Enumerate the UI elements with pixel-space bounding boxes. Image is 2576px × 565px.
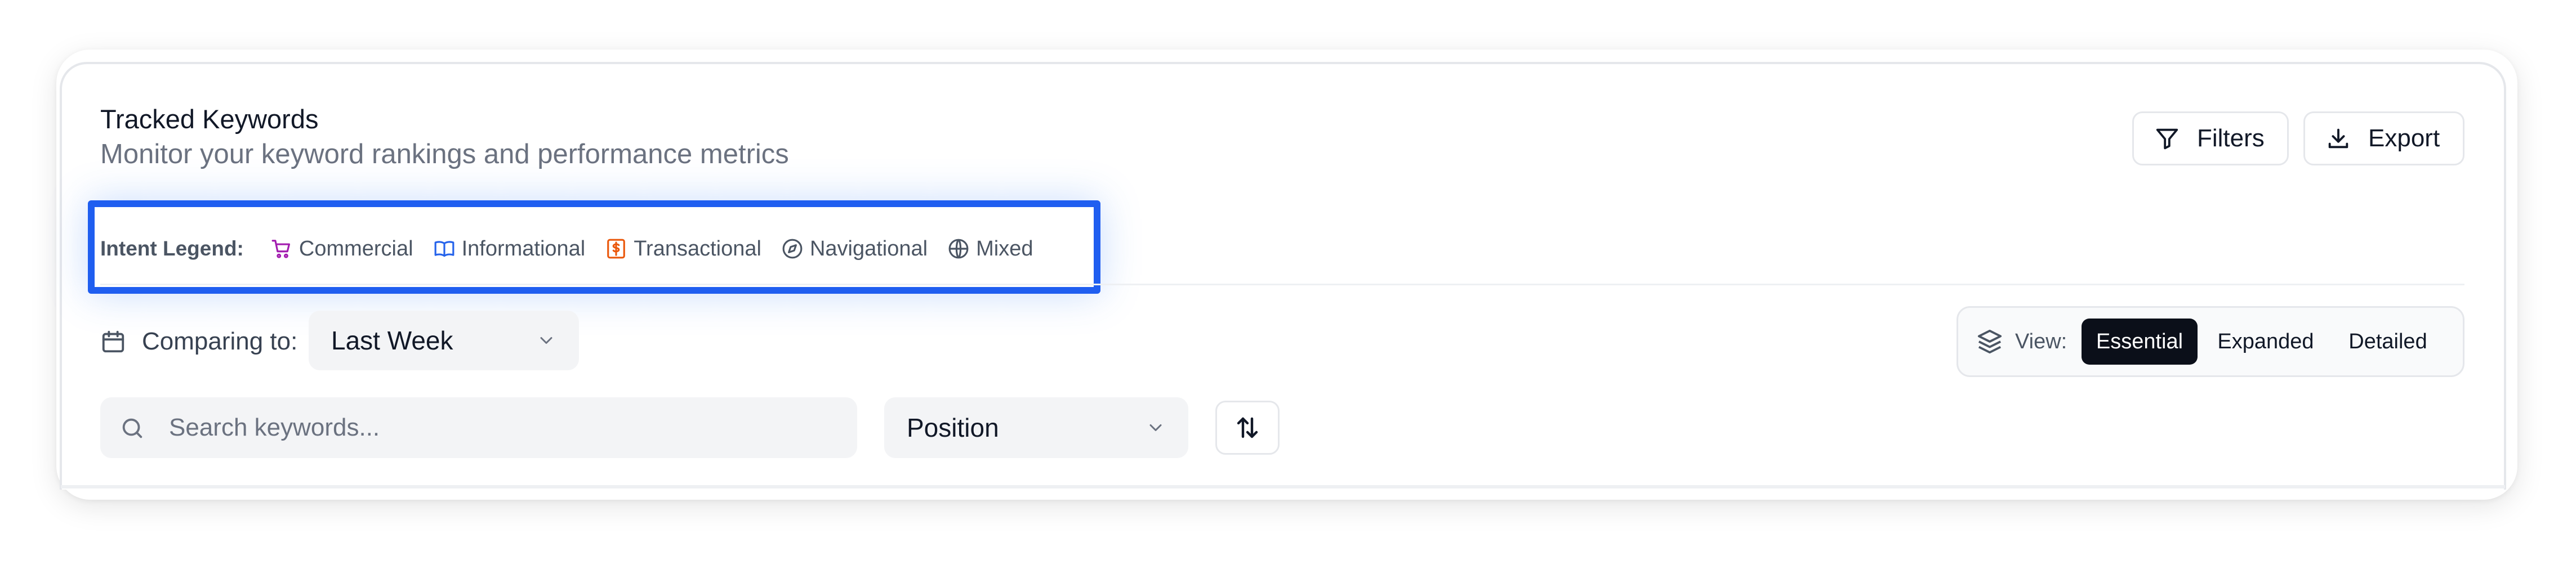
export-button-label: Export <box>2368 124 2440 152</box>
filter-icon <box>2156 128 2178 150</box>
legend-label: Informational <box>461 236 586 261</box>
view-tab-detailed[interactable]: Detailed <box>2332 319 2444 365</box>
view-label: View: <box>2015 330 2067 353</box>
sort-arrows-icon <box>1237 417 1258 438</box>
cart-icon <box>271 240 290 258</box>
legend-item-mixed: Mixed <box>948 237 1033 261</box>
download-icon <box>2328 128 2348 149</box>
sort-direction-button[interactable] <box>1215 401 1280 455</box>
page-title: Tracked Keywords <box>100 104 319 134</box>
globe-icon <box>948 239 969 259</box>
layers-icon <box>1977 329 2002 354</box>
legend-item-navigational: Navigational <box>782 237 928 261</box>
calendar-icon <box>102 330 124 353</box>
legend-label: Mixed <box>976 236 1033 261</box>
search-input[interactable] <box>169 411 834 445</box>
comparing-label: Comparing to: <box>142 328 298 355</box>
section-divider <box>100 284 2464 285</box>
sort-by-select[interactable]: Position <box>884 397 1188 458</box>
view-tab-essential[interactable]: Essential <box>2082 319 2198 365</box>
dollar-icon <box>607 239 626 259</box>
view-tab-expanded[interactable]: Expanded <box>2207 319 2325 365</box>
legend-item-transactional: Transactional <box>605 237 761 261</box>
page-subtitle: Monitor your keyword rankings and perfor… <box>100 139 789 169</box>
filters-button[interactable]: Filters <box>2132 111 2289 165</box>
comparison-period-value: Last Week <box>331 326 453 355</box>
panel-bottom-rule <box>61 485 2505 488</box>
legend-item-commercial: Commercial <box>271 237 413 261</box>
chevron-down-icon <box>1149 424 1162 431</box>
comparison-period-select[interactable]: Last Week <box>309 311 579 370</box>
compass-icon <box>782 239 803 259</box>
sort-by-value: Position <box>907 413 999 442</box>
search-icon <box>122 418 142 438</box>
page: Tracked Keywords Monitor your keyword ra… <box>0 0 2576 565</box>
legend-label: Navigational <box>809 236 928 261</box>
legend-label: Commercial <box>298 236 413 261</box>
chevron-down-icon <box>540 337 552 344</box>
intent-legend: Intent Legend: Commercial Informational … <box>100 232 1033 266</box>
book-icon <box>434 241 454 257</box>
intent-legend-title: Intent Legend: <box>100 237 244 260</box>
filters-button-label: Filters <box>2197 124 2265 152</box>
legend-label: Transactional <box>634 236 761 261</box>
legend-item-informational: Informational <box>434 236 586 261</box>
export-button[interactable]: Export <box>2303 111 2464 165</box>
